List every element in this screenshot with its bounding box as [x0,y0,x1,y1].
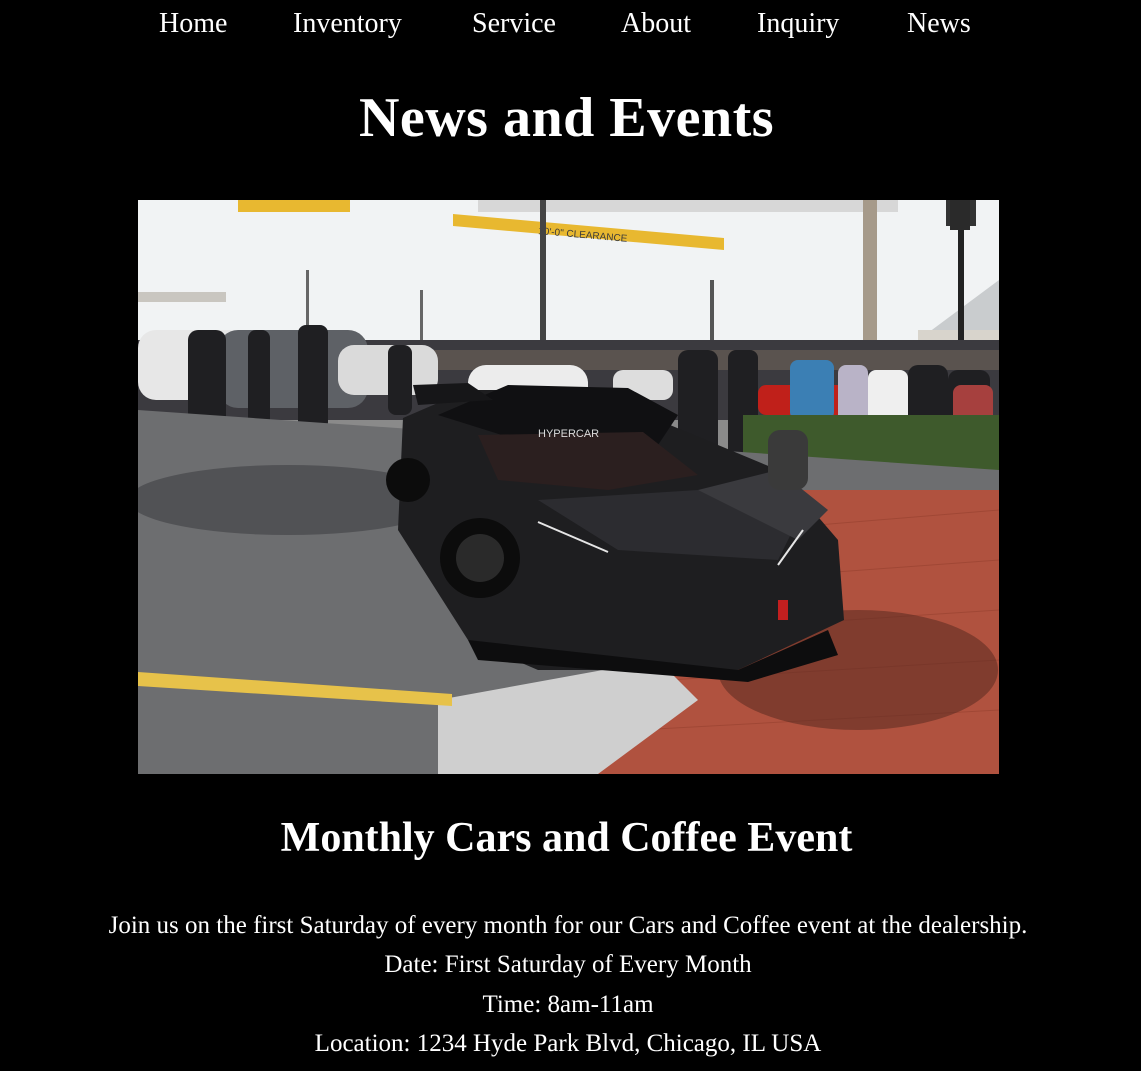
event-description: Join us on the first Saturday of every m… [108,912,1028,939]
nav-about[interactable]: About [621,8,691,40]
nav-inquiry[interactable]: Inquiry [757,8,839,40]
page-title: News and Events [358,87,775,149]
event-photo: 10'-0" CLEARANCE HYPERCAR [138,200,999,774]
main-nav: Home Inventory Service About Inquiry New… [0,0,1141,56]
event-details: Join us on the first Saturday of every m… [0,906,1136,1063]
nav-service[interactable]: Service [472,8,556,40]
nav-news[interactable]: News [907,8,971,40]
nav-inventory[interactable]: Inventory [293,8,402,40]
event-time: Time: 8am-11am [482,990,654,1018]
event-title: Monthly Cars and Coffee Event [280,815,853,861]
event-location: Location: 1234 Hyde Park Blvd, Chicago, … [314,1029,822,1057]
nav-home[interactable]: Home [159,8,227,40]
event-date: Date: First Saturday of Every Month [384,951,752,979]
windshield-text: HYPERCAR [538,428,599,440]
